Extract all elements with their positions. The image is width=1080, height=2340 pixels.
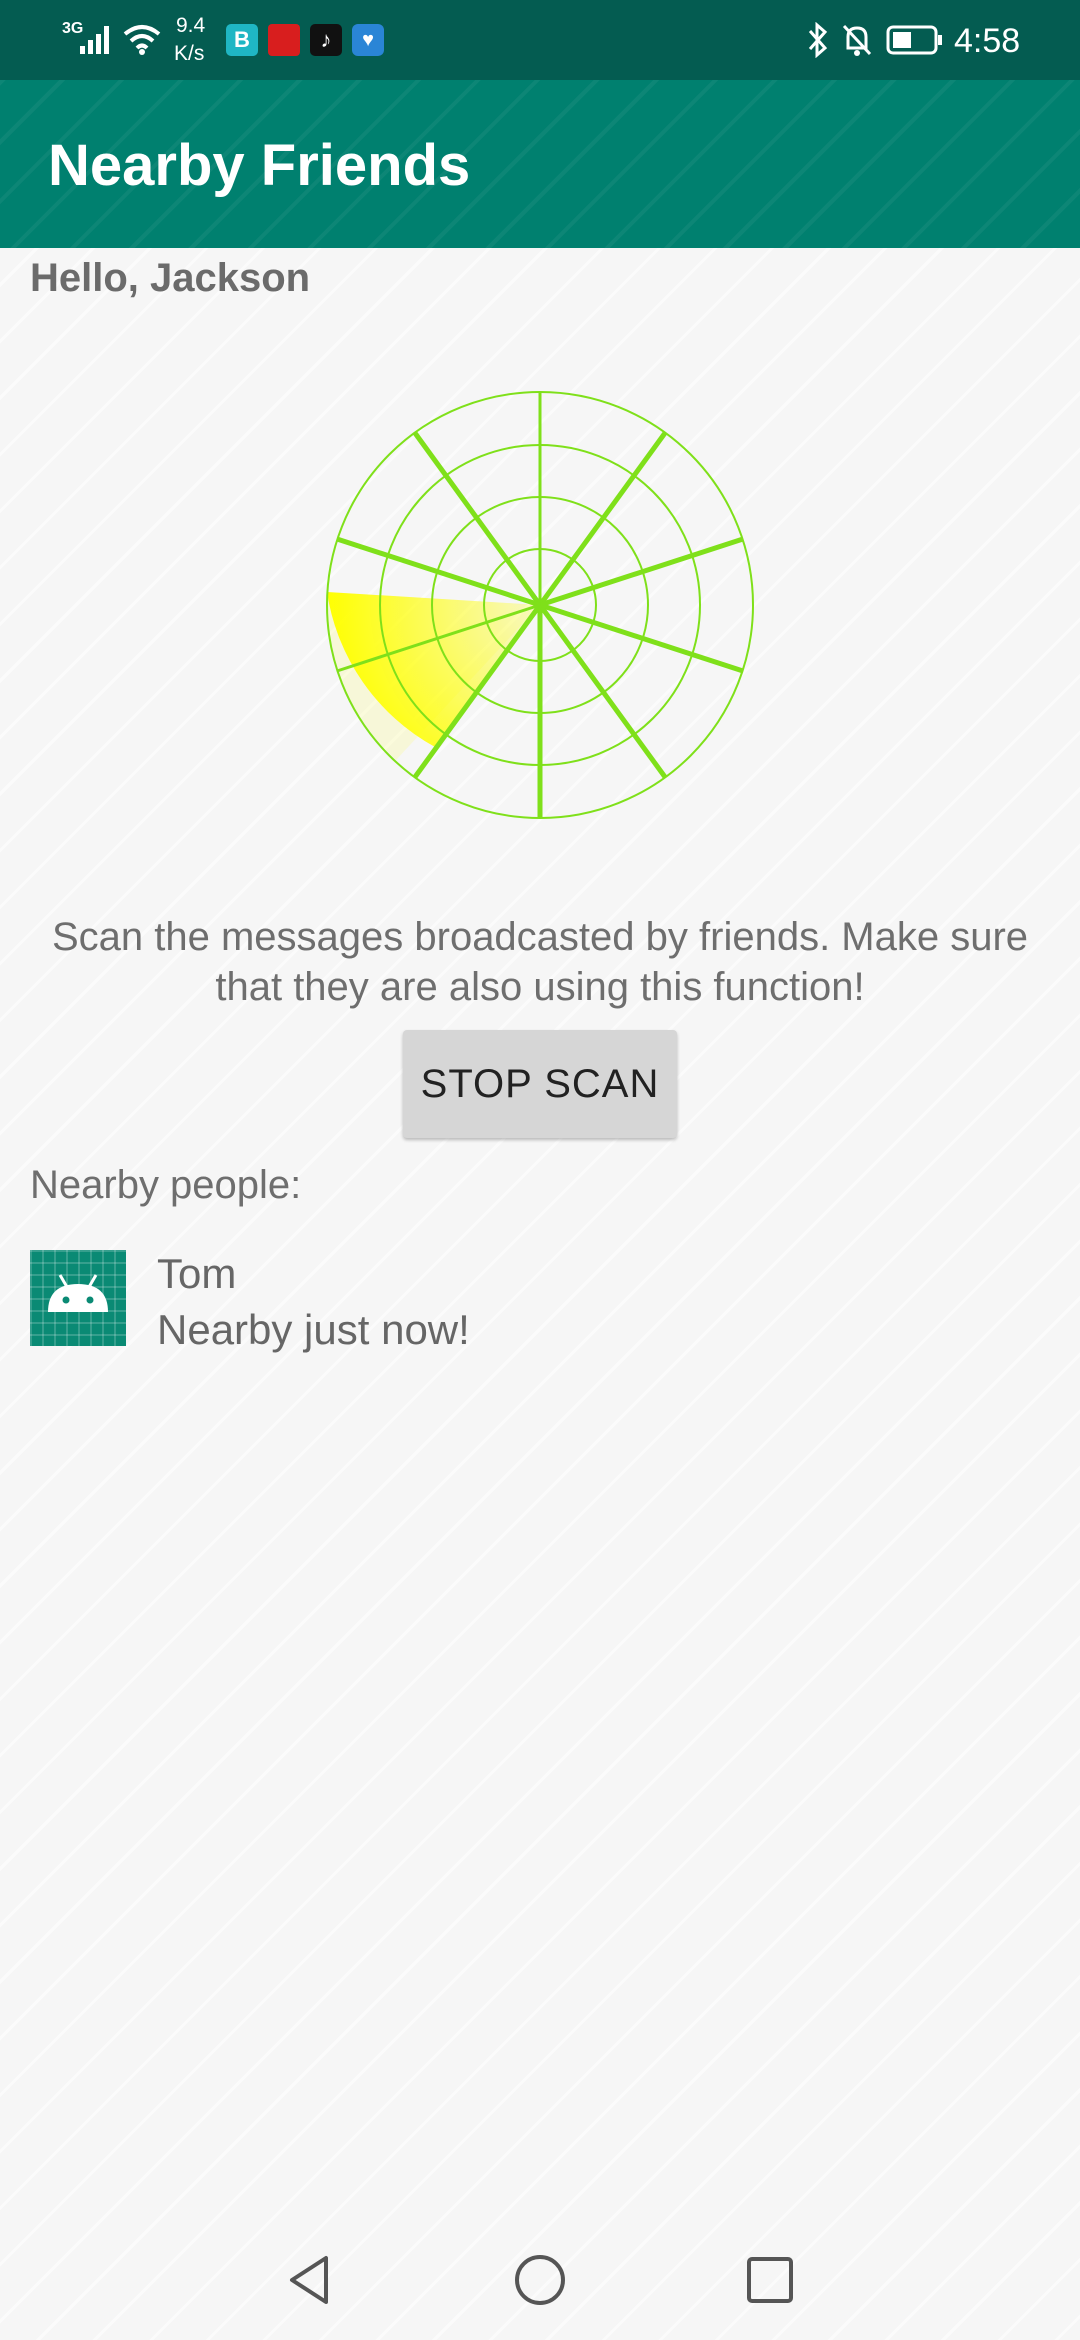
- greeting: Hello, Jackson: [30, 256, 311, 300]
- recents-icon[interactable]: [740, 2250, 800, 2310]
- tiktok-icon: ♪: [310, 24, 342, 56]
- navigation-bar: [0, 2220, 1080, 2340]
- network-speed-value: 9.4: [176, 14, 206, 37]
- app-title: Nearby Friends: [48, 133, 471, 198]
- mute-icon: [842, 24, 872, 56]
- bluetooth-icon: [808, 22, 828, 58]
- friend-status: Nearby just now!: [157, 1306, 470, 1353]
- scan-description: Scan the messages broadcasted by friends…: [51, 915, 1029, 1009]
- android-icon: [48, 1274, 108, 1312]
- clock: 4:58: [954, 22, 1021, 60]
- friend-name: Tom: [157, 1250, 237, 1297]
- status-bar: 3G 9.4 K/s B ♪ ♥ 4:58: [0, 0, 1080, 80]
- nearby-people-label: Nearby people:: [30, 1163, 302, 1207]
- signal-icon: [80, 26, 109, 54]
- battery-icon: [886, 25, 942, 55]
- app-bar: Nearby Friends: [0, 80, 1080, 248]
- news-app-icon: [268, 24, 300, 56]
- app-b-icon: B: [226, 24, 258, 56]
- stop-scan-button[interactable]: STOP SCAN: [403, 1030, 677, 1138]
- home-icon[interactable]: [510, 2250, 570, 2310]
- network-speed-unit: K/s: [174, 42, 205, 65]
- back-icon[interactable]: [280, 2250, 340, 2310]
- heart-app-icon: ♥: [352, 24, 384, 56]
- wifi-icon: [123, 25, 161, 55]
- avatar: [30, 1250, 126, 1346]
- radar-scanner: [326, 391, 754, 819]
- list-item[interactable]: Tom Nearby just now!: [30, 1250, 1050, 1353]
